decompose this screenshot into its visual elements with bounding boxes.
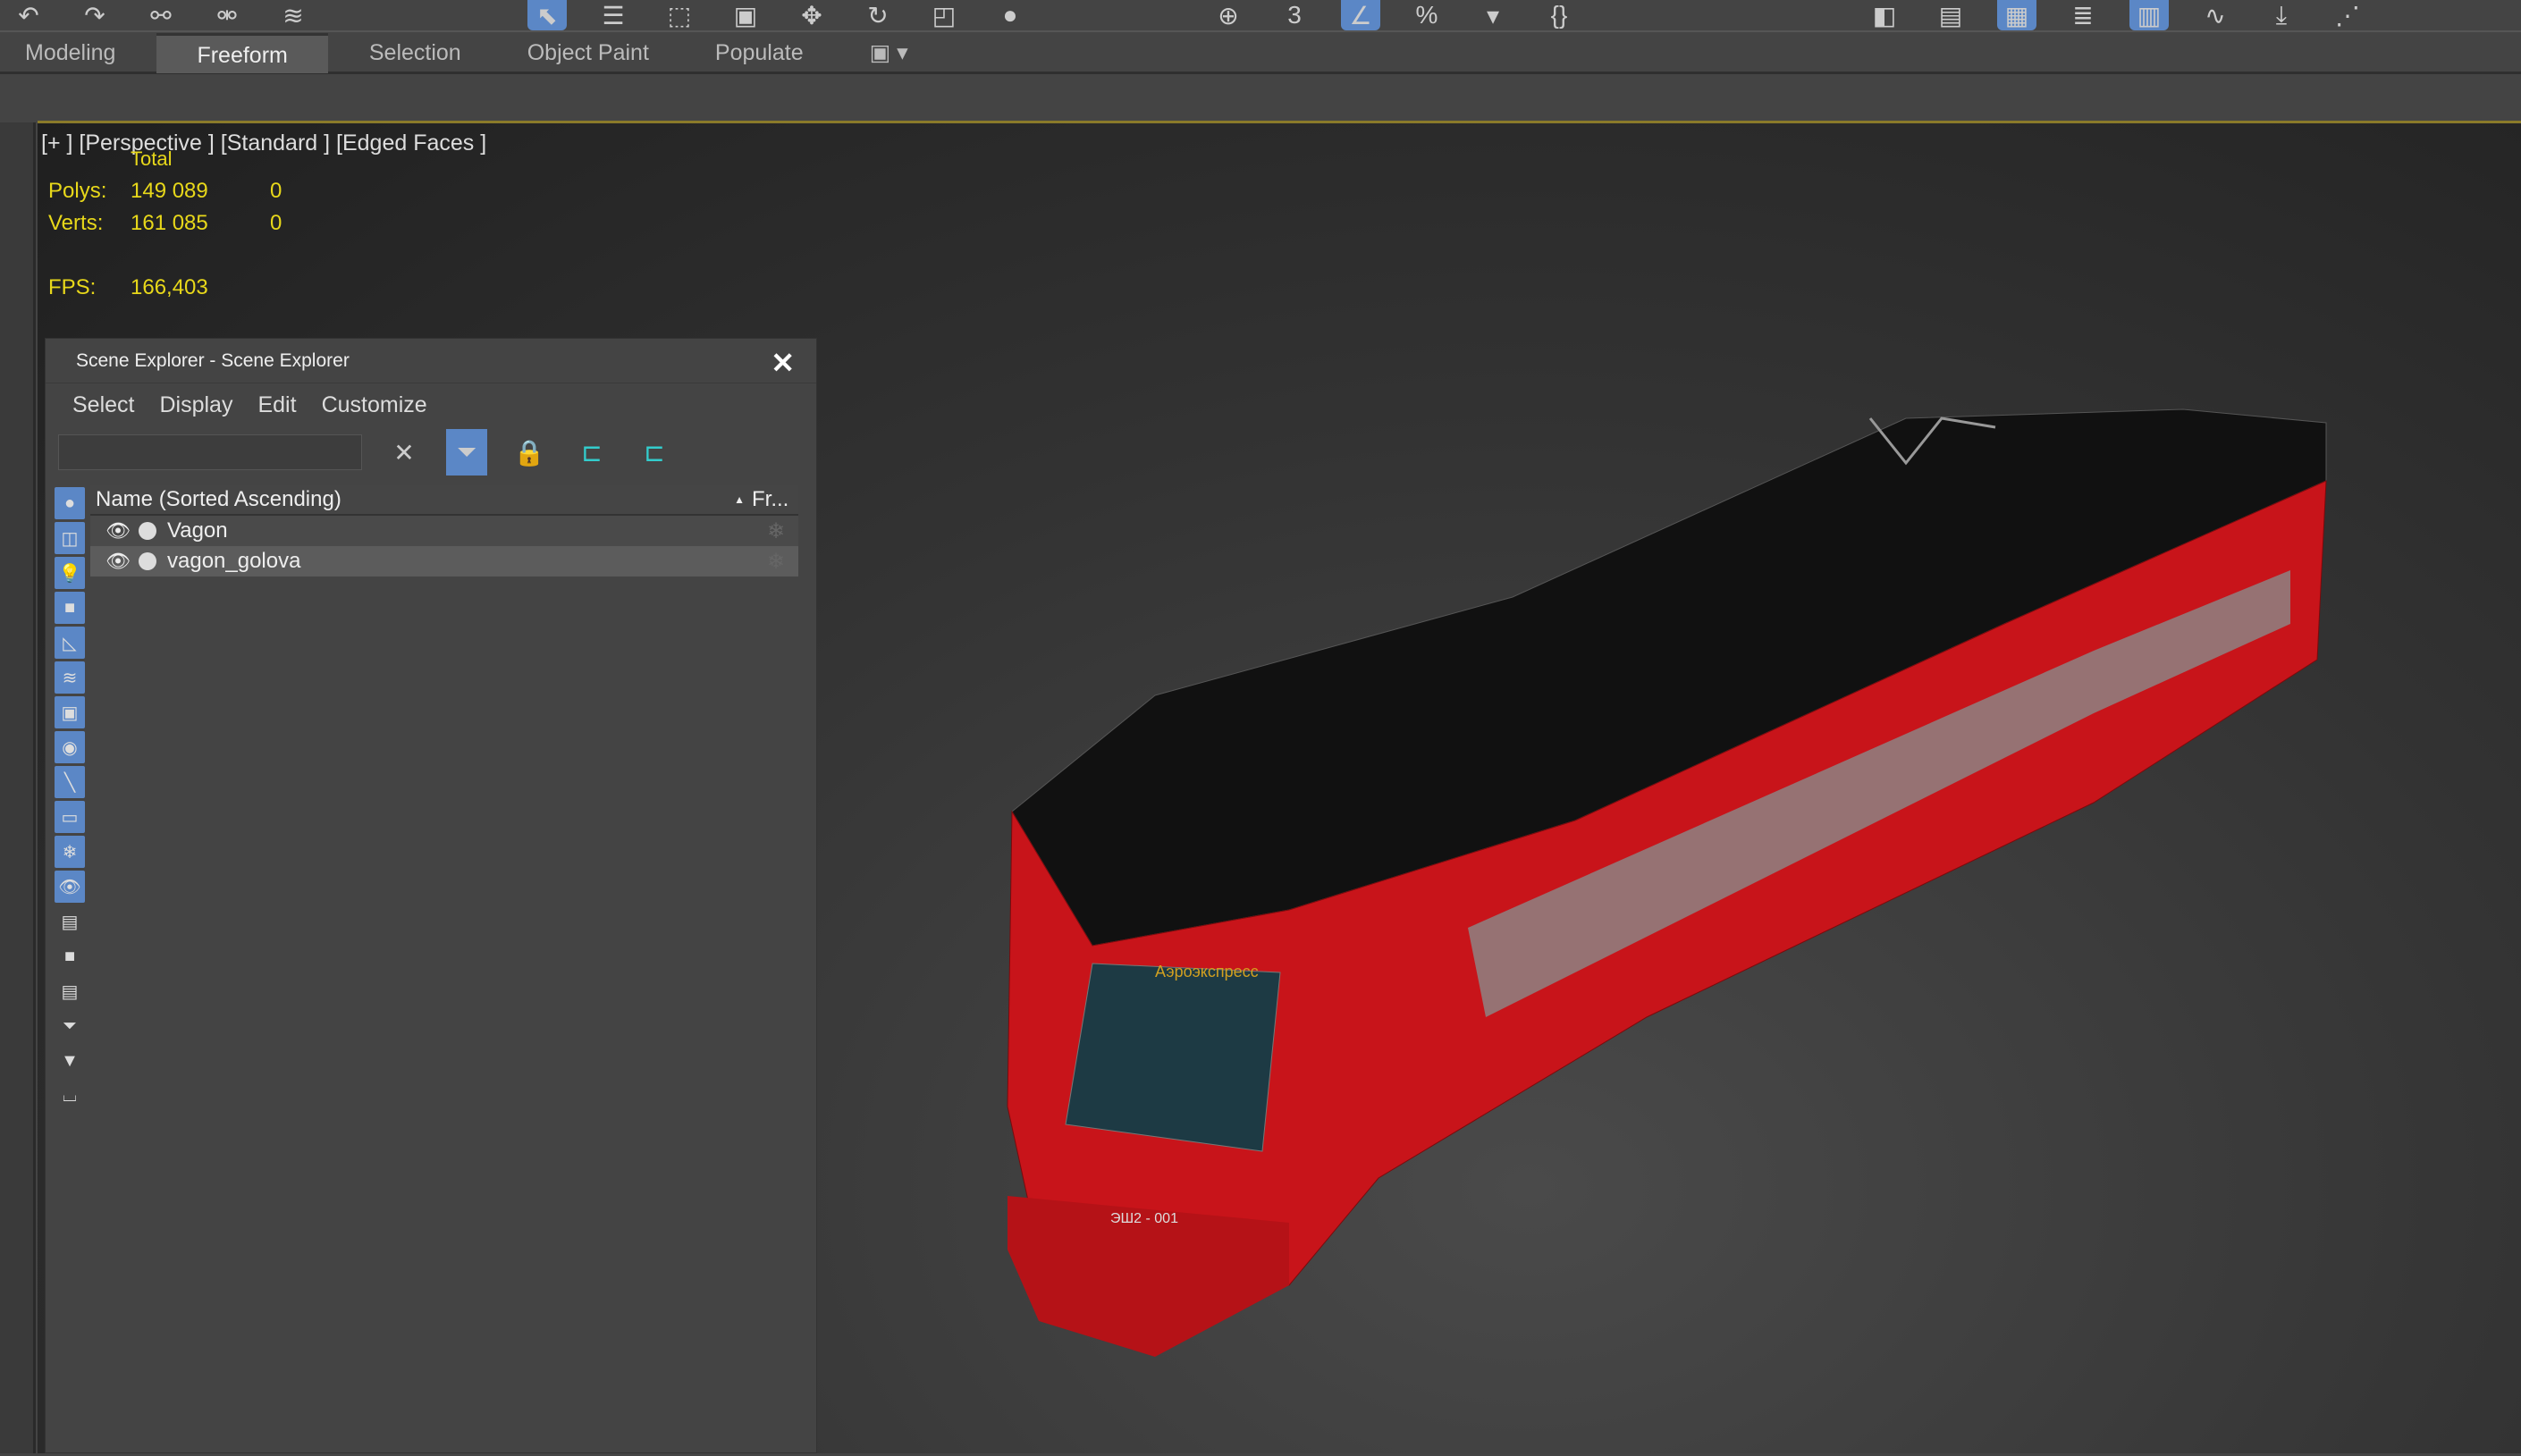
select-by-name-icon[interactable]: ☰ [594, 0, 633, 30]
verts-label: Verts: [48, 211, 104, 235]
polys-total: 149 089 [131, 179, 208, 203]
angle-snap-icon[interactable]: ∠ [1341, 0, 1380, 30]
undo-icon[interactable]: ↶ [9, 0, 48, 30]
ribbon-panel [0, 77, 2521, 122]
scene-explorer-menu: Select Display Edit Customize [46, 383, 816, 426]
scene-explorer-panel: Scene Explorer - Scene Explorer ✕ Select… [45, 338, 817, 1453]
filter-toggle-icon[interactable]: ▼ [55, 1045, 85, 1077]
menu-display[interactable]: Display [159, 392, 232, 426]
freeze-icon[interactable]: ❄ [754, 549, 798, 575]
tab-selection[interactable]: Selection [344, 33, 486, 73]
spinner-snap-icon[interactable]: ▾ [1473, 0, 1513, 30]
ribbon-tabs: Modeling Freeform Selection Object Paint… [0, 32, 2521, 74]
ribbon-options-icon[interactable]: ▣ ▾ [845, 33, 933, 73]
spacewarps-filter-icon[interactable]: ≋ [55, 661, 85, 694]
verts-total: 161 085 [131, 211, 208, 235]
bind-spacewarp-icon[interactable]: ≋ [274, 0, 313, 30]
named-selection-icon[interactable]: {} [1539, 0, 1579, 30]
table-row[interactable]: 👁 vagon_golova ❄ [90, 546, 798, 577]
fps-label: FPS: [48, 275, 97, 299]
train-number-label: ЭШ2 - 001 [1110, 1211, 1178, 1226]
menu-customize[interactable]: Customize [322, 392, 427, 426]
rotate-icon[interactable]: ↻ [858, 0, 898, 30]
polys-selected: 0 [270, 179, 282, 203]
redo-icon[interactable]: ↷ [75, 0, 114, 30]
snap-3d-icon[interactable]: 3 [1275, 0, 1314, 30]
lock-icon[interactable]: 🔒 [509, 429, 550, 476]
display-none-icon[interactable]: ■ [55, 940, 85, 972]
eye-icon[interactable]: 👁 [103, 550, 133, 573]
pivot-icon[interactable]: ⊕ [1209, 0, 1248, 30]
geometry-filter-icon[interactable]: ● [55, 487, 85, 519]
scene-explorer-title: Scene Explorer - Scene Explorer [76, 349, 350, 371]
filter-icon[interactable]: ⏷ [446, 429, 487, 476]
mirror-icon[interactable]: ◧ [1865, 0, 1904, 30]
table-row[interactable]: 👁 Vagon ❄ [90, 516, 798, 546]
column-frozen-header[interactable]: Fr... [745, 487, 798, 512]
filter-sidebar: ● ◫ 💡 ■ ◺ ≋ ▣ ◉ ╲ ▭ ❄ 👁 ▤ ■ ▤ ⏷ ▼ ⌴ [55, 487, 87, 1115]
xrefs-filter-icon[interactable]: ◉ [55, 731, 85, 763]
ribbon-icon[interactable]: ▥ [2129, 0, 2169, 30]
freeze-icon[interactable]: ❄ [754, 518, 798, 544]
tab-freeform[interactable]: Freeform [156, 32, 328, 73]
frozen-filter-icon[interactable]: ❄ [55, 836, 85, 868]
selection-set-icon[interactable]: ⌴ [55, 1080, 85, 1112]
clear-search-icon[interactable]: ✕ [384, 429, 425, 476]
search-input[interactable] [58, 434, 362, 470]
cameras-filter-icon[interactable]: ■ [55, 592, 85, 624]
percent-snap-icon[interactable]: % [1407, 0, 1446, 30]
close-icon[interactable]: ✕ [771, 346, 795, 380]
rect-region-icon[interactable]: ⬚ [660, 0, 699, 30]
display-all-icon[interactable]: ▤ [55, 905, 85, 938]
tab-modeling[interactable]: Modeling [0, 33, 140, 73]
polys-label: Polys: [48, 179, 107, 203]
align-icon[interactable]: ▤ [1931, 0, 1970, 30]
train-destination-label: Аэроэкспресс [1155, 963, 1259, 980]
tab-object-paint[interactable]: Object Paint [502, 33, 674, 73]
material-editor-icon[interactable]: ⋰ [2328, 0, 2367, 30]
render-icon[interactable] [139, 552, 156, 570]
move-icon[interactable]: ✥ [792, 0, 831, 30]
containers-filter-icon[interactable]: ▭ [55, 801, 85, 833]
scene-explorer-toolbar: ✕ ⏷ 🔒 ⊏ ⊏ [46, 426, 816, 478]
stats-total-label: Total [131, 147, 173, 170]
hidden-filter-icon[interactable]: 👁 [55, 871, 85, 903]
hierarchy-collapse-icon[interactable]: ⊏ [634, 429, 675, 476]
scene-tree: Name (Sorted Ascending) ▲ Fr... 👁 Vagon … [90, 485, 798, 577]
invert-display-icon[interactable]: ▤ [55, 975, 85, 1007]
object-name: Vagon [167, 518, 228, 543]
tab-populate[interactable]: Populate [690, 33, 829, 73]
bones-filter-icon[interactable]: ╲ [55, 766, 85, 798]
object-name: vagon_golova [167, 549, 301, 573]
curve-editor-icon[interactable]: ∿ [2196, 0, 2235, 30]
helpers-filter-icon[interactable]: ◺ [55, 627, 85, 659]
placement-icon[interactable]: ● [991, 0, 1030, 30]
filter-settings-icon[interactable]: ⏷ [55, 1010, 85, 1042]
menu-select[interactable]: Select [72, 392, 134, 426]
viewport-label[interactable]: [+ ] [Perspective ] [Standard ] [Edged F… [41, 130, 486, 156]
window-crossing-icon[interactable]: ▣ [726, 0, 765, 30]
train-windshield [1065, 963, 1281, 1152]
left-dock [0, 122, 36, 1453]
menu-edit[interactable]: Edit [257, 392, 296, 426]
shapes-filter-icon[interactable]: ◫ [55, 522, 85, 554]
layers-icon[interactable]: ▦ [1997, 0, 2036, 30]
column-name-header[interactable]: Name (Sorted Ascending) [96, 487, 341, 512]
render-icon[interactable] [139, 522, 156, 540]
eye-icon[interactable]: 👁 [103, 519, 133, 543]
schematic-icon[interactable]: ⤓ [2262, 0, 2301, 30]
column-header[interactable]: Name (Sorted Ascending) ▲ Fr... [90, 485, 798, 516]
groups-filter-icon[interactable]: ▣ [55, 696, 85, 728]
scene-explorer-titlebar[interactable]: Scene Explorer - Scene Explorer ✕ [46, 339, 816, 383]
lights-filter-icon[interactable]: 💡 [55, 557, 85, 589]
main-toolbar: ↶ ↷ ⚯ ⚮ ≋ ⬉ ☰ ⬚ ▣ ✥ ↻ ◰ ● ⊕ 3 ∠ % ▾ {} ◧… [0, 0, 2521, 32]
scale-icon[interactable]: ◰ [924, 0, 964, 30]
scene-explorer-icon[interactable]: ≣ [2063, 0, 2103, 30]
fps-value: 166,403 [131, 275, 208, 299]
link-icon[interactable]: ⚯ [141, 0, 181, 30]
verts-selected: 0 [270, 211, 282, 235]
unlink-icon[interactable]: ⚮ [207, 0, 247, 30]
select-object-icon[interactable]: ⬉ [527, 0, 567, 30]
hierarchy-expand-icon[interactable]: ⊏ [571, 429, 612, 476]
